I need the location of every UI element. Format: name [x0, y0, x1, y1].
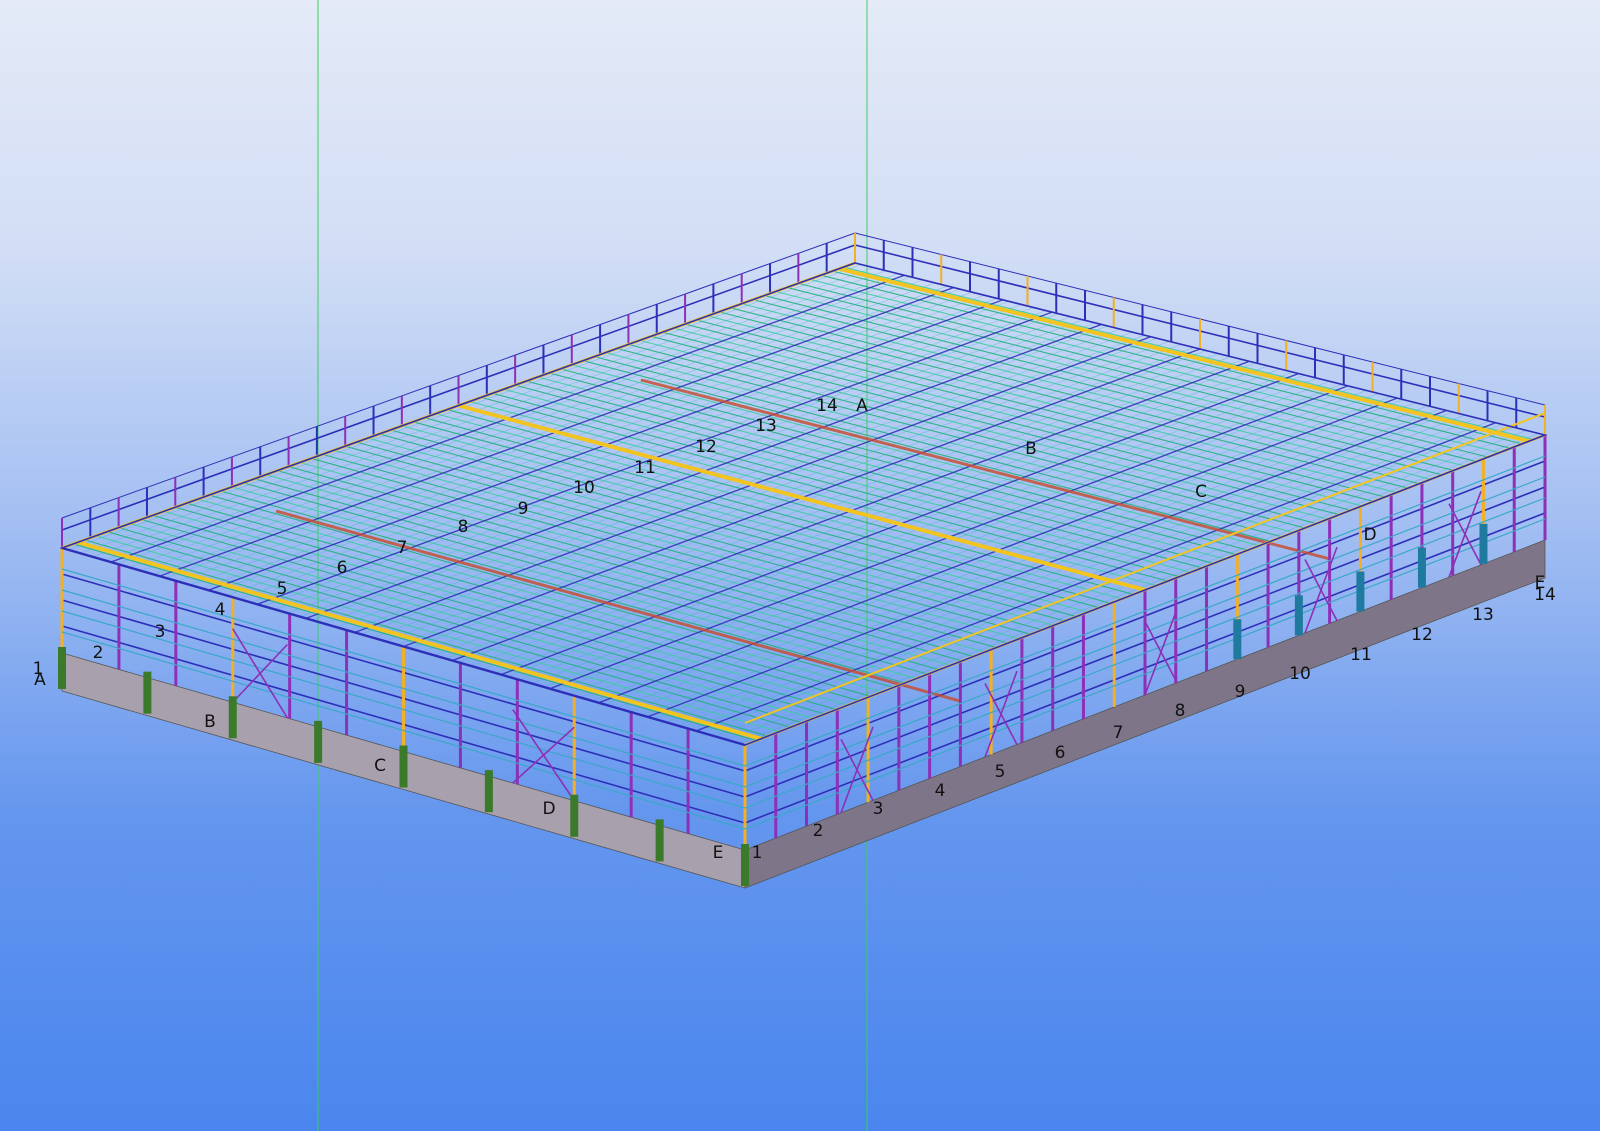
pedestal: [570, 794, 579, 837]
pedestal: [1294, 595, 1303, 636]
grid-label-letter: D: [542, 799, 555, 819]
grid-label-letter: B: [204, 712, 216, 732]
grid-label-number: 5: [995, 762, 1006, 782]
grid-label-number: 12: [1411, 625, 1433, 645]
grid-label-number: 1: [33, 659, 44, 679]
3d-model-viewport[interactable]: A B C D E 1 2 3 4 5 6 7 8 9 10 11 12 13 14 1 2 3 4 5 6 7 8 9 10 11 12 1…: [0, 0, 1600, 1131]
grid-label-letter: E: [713, 843, 724, 863]
pedestal: [58, 647, 66, 689]
grid-label-number: 7: [397, 538, 408, 558]
grid-label-number: 5: [277, 579, 288, 599]
pedestal: [143, 671, 152, 714]
grid-label-number: 9: [1235, 682, 1246, 702]
pedestal: [399, 745, 408, 788]
grid-label-letter: B: [1025, 439, 1037, 459]
grid-label-number: 2: [93, 643, 104, 663]
grid-label-number: 6: [1055, 743, 1066, 763]
grid-label-number: 13: [755, 416, 777, 436]
grid-label-letter: A: [856, 396, 868, 416]
grid-label-number: 9: [518, 499, 529, 519]
pedestal: [1479, 523, 1488, 564]
pedestal: [1417, 547, 1426, 588]
grid-label-number: 14: [816, 396, 838, 416]
roof-outline: [59, 262, 1548, 746]
pedestal: [1356, 571, 1365, 612]
wall-bracing: [1304, 546, 1338, 634]
grid-label-number: 11: [1350, 645, 1372, 665]
grid-label-number: 3: [155, 622, 166, 642]
grid-label-number: 2: [813, 821, 824, 841]
grid-label-number: 4: [215, 600, 226, 620]
grid-label-number: 1: [752, 843, 763, 863]
pedestal: [655, 819, 664, 862]
grid-label-number: 8: [458, 517, 469, 537]
grid-label-letter: C: [1195, 482, 1207, 502]
grid-label-number: 3: [873, 799, 884, 819]
pedestal: [741, 844, 749, 886]
grid-label-letter: D: [1363, 525, 1376, 545]
pedestal: [314, 720, 323, 763]
grid-label-number: 4: [935, 781, 946, 801]
grid-label-number: 7: [1113, 723, 1124, 743]
pedestal: [484, 770, 493, 813]
grid-label-number: 10: [573, 478, 595, 498]
grid-label-number: 6: [337, 558, 348, 578]
pedestal: [1233, 619, 1242, 660]
wall-bracing: [512, 726, 575, 784]
steel-structure-model[interactable]: ABCDE 12345678910111213141234567891011121…: [0, 0, 1600, 1131]
grid-label-letter: E: [1535, 573, 1546, 593]
grid-label-number: 12: [695, 437, 717, 457]
grid-label-number: 8: [1175, 701, 1186, 721]
grid-label-number: 11: [634, 458, 656, 478]
grid-label-number: 10: [1289, 664, 1311, 684]
grid-label-letter: C: [374, 756, 386, 776]
pedestal: [228, 696, 237, 739]
steel-frame: [58, 232, 1548, 886]
grid-label-number: 13: [1472, 605, 1494, 625]
wall-bracing: [1144, 608, 1178, 696]
